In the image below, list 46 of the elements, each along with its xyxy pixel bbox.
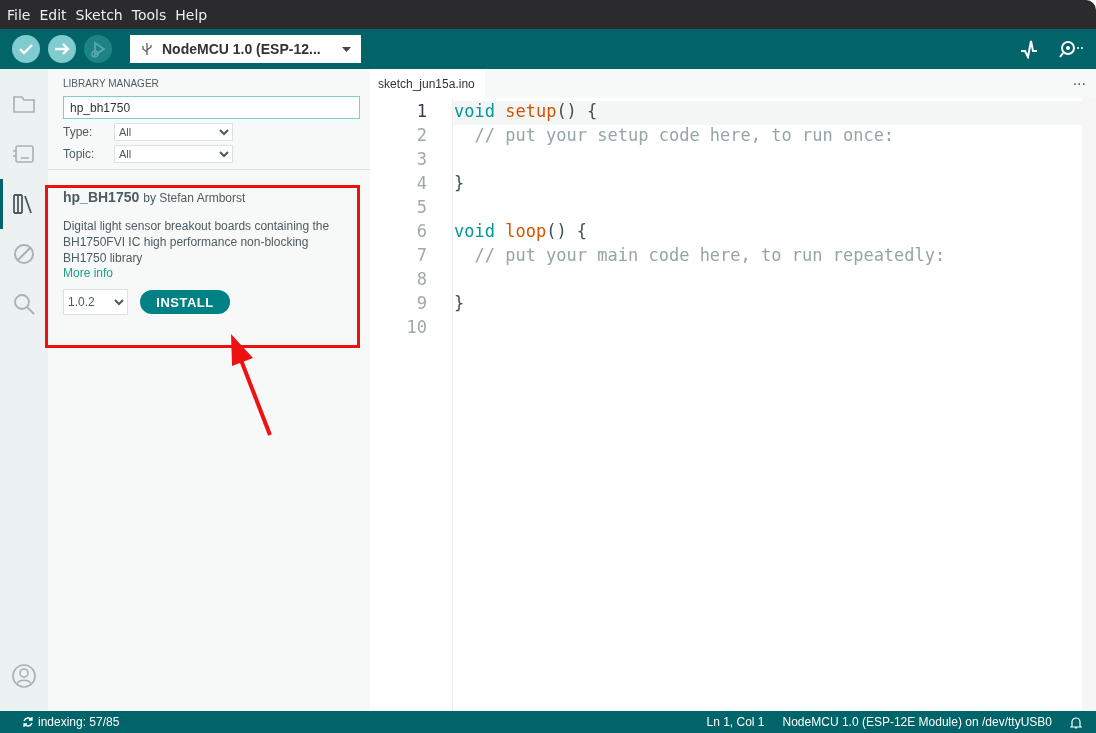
menu-item[interactable]: Help <box>171 6 212 23</box>
menu-item[interactable]: Sketch <box>71 6 127 23</box>
filter-dropdown[interactable]: All <box>114 145 233 163</box>
sync-icon <box>22 716 34 728</box>
more-icon[interactable]: ··· <box>1072 75 1086 92</box>
usb-icon <box>142 42 152 56</box>
filter-dropdown[interactable]: All <box>114 123 233 141</box>
panel-title: LIBRARY MANAGER <box>63 78 160 89</box>
library-author: by Stefan Armborst <box>143 191 246 205</box>
code-line: // put your setup code here, to run once: <box>473 125 895 145</box>
caret-icon <box>342 46 351 52</box>
code-line: } <box>454 173 465 193</box>
cursor-position: Ln 1, Col 1 <box>706 715 765 729</box>
code-line: void setup() { <box>454 101 598 121</box>
indexing-status: indexing: 57/85 <box>38 715 120 729</box>
editor-tab[interactable]: sketch_jun15a.ino <box>370 69 485 98</box>
line-number: 6 <box>415 221 428 243</box>
filter-label: Type: <box>63 125 94 139</box>
version-dropdown[interactable]: 1.0.2 <box>63 289 128 315</box>
library-name: hp_BH1750 <box>63 189 140 205</box>
menu-item[interactable]: File <box>3 6 35 23</box>
line-number: 7 <box>415 245 428 267</box>
search-field[interactable]: hp_bh1750 <box>63 96 360 119</box>
board-status: NodeMCU 1.0 (ESP-12E Module) on /dev/ttyUSB0 <box>782 715 1052 729</box>
line-number: 4 <box>415 173 428 195</box>
line-number: 2 <box>415 125 428 147</box>
line-number: 1 <box>415 101 428 123</box>
line-number: 8 <box>415 269 428 291</box>
menu-item[interactable]: Tools <box>127 6 171 23</box>
serial-plotter-icon[interactable] <box>1020 39 1038 59</box>
bell-icon[interactable] <box>1070 715 1082 729</box>
line-number: 5 <box>415 197 428 219</box>
install-button[interactable]: INSTALL <box>140 290 230 314</box>
code-line: // put your main code here, to run repeatedly: <box>473 245 946 265</box>
menu-item[interactable]: Edit <box>35 6 71 23</box>
line-number: 3 <box>415 149 428 171</box>
line-number: 9 <box>415 293 428 315</box>
filter-label: Topic: <box>63 147 96 161</box>
serial-monitor-icon[interactable] <box>1058 39 1084 59</box>
line-number: 10 <box>405 317 428 339</box>
board-selector[interactable]: NodeMCU 1.0 (ESP-12... <box>130 35 361 63</box>
code-line: } <box>454 293 465 313</box>
library-description: Digital light sensor breakout boards containing the BH1750FVI IC high performance non-blocking BH1750 library <box>63 218 331 266</box>
upload-button[interactable] <box>48 35 76 63</box>
code-line: void loop() { <box>454 221 588 241</box>
verify-button[interactable] <box>12 35 40 63</box>
